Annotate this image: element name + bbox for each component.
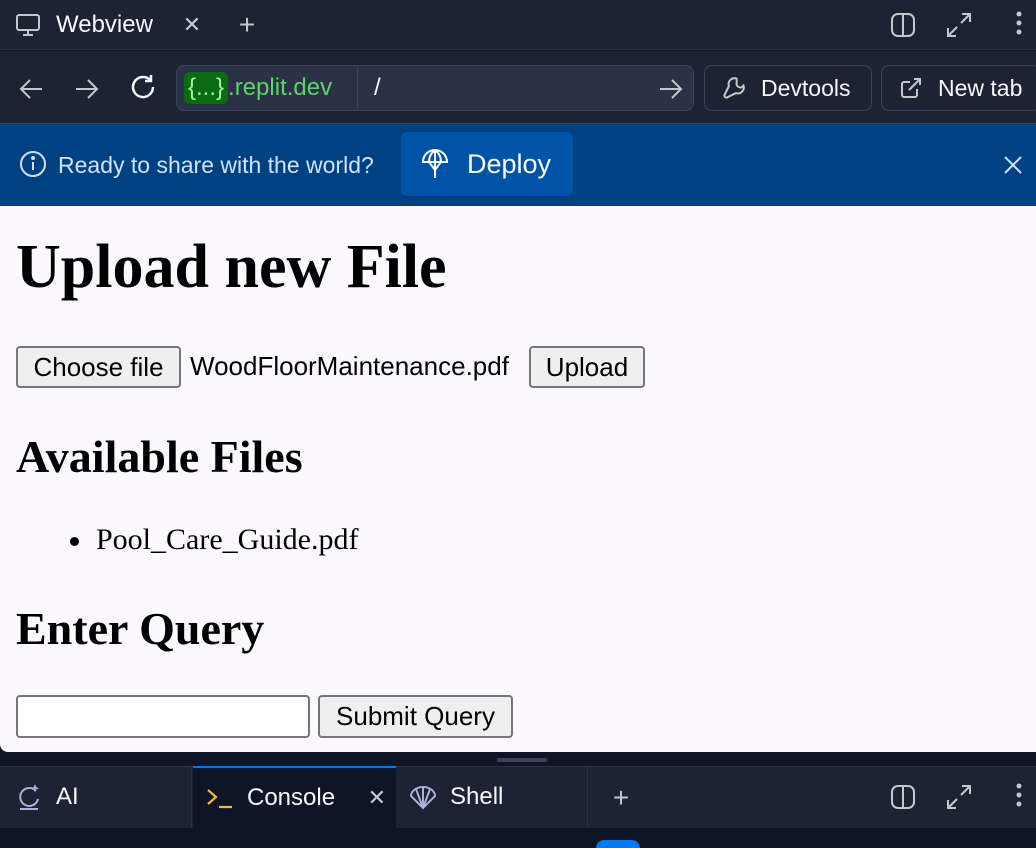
- list-bullet: [70, 537, 79, 546]
- deploy-icon: [419, 148, 451, 180]
- split-view-icon[interactable]: [888, 782, 918, 812]
- new-tab-button[interactable]: New tab: [881, 65, 1036, 111]
- add-tab-button[interactable]: +: [606, 783, 636, 813]
- url-path[interactable]: /: [374, 74, 381, 102]
- choose-file-button[interactable]: Choose file: [16, 346, 181, 388]
- console-indicator: [596, 840, 640, 848]
- tab-shell-label: Shell: [450, 783, 504, 810]
- tab-console[interactable]: Console ✕: [193, 766, 396, 828]
- deploy-label: Deploy: [467, 148, 552, 179]
- terminal-prompt-icon: [205, 783, 235, 813]
- expand-icon[interactable]: [944, 10, 974, 40]
- arrow-right-icon[interactable]: [656, 74, 686, 104]
- devtools-button[interactable]: Devtools: [704, 65, 872, 111]
- more-vertical-icon[interactable]: [1004, 8, 1034, 38]
- ai-sparkle-icon: [14, 782, 44, 812]
- external-link-icon: [898, 75, 924, 101]
- tab-webview[interactable]: Webview ✕: [0, 0, 212, 50]
- url-domain: {...} .replit.dev: [178, 67, 358, 109]
- arrow-left-icon[interactable]: [16, 74, 46, 104]
- upload-button[interactable]: Upload: [529, 346, 645, 388]
- chosen-file-name: WoodFloorMaintenance.pdf: [190, 351, 509, 381]
- close-icon[interactable]: ✕: [182, 12, 202, 38]
- url-domain-text: .replit.dev: [228, 74, 333, 101]
- shell-icon: [408, 782, 438, 812]
- close-icon[interactable]: [998, 150, 1028, 180]
- tab-ai-label: AI: [56, 783, 79, 810]
- submit-query-button[interactable]: Submit Query: [318, 695, 513, 738]
- tab-console-label: Console: [247, 784, 336, 811]
- devtools-label: Devtools: [761, 74, 851, 101]
- deploy-button[interactable]: Deploy: [401, 132, 573, 196]
- query-heading: Enter Query: [16, 603, 265, 654]
- more-vertical-icon[interactable]: [1004, 780, 1034, 810]
- url-domain-badge: {...}: [184, 72, 229, 104]
- reload-icon[interactable]: [128, 72, 158, 102]
- arrow-right-icon[interactable]: [72, 74, 102, 104]
- page-title: Upload new File: [16, 233, 447, 301]
- split-view-icon[interactable]: [888, 10, 918, 40]
- query-input[interactable]: [16, 695, 310, 738]
- info-icon: [18, 149, 48, 179]
- console-area: [0, 828, 1036, 848]
- resize-handle[interactable]: [497, 758, 547, 762]
- wrench-icon: [721, 75, 747, 101]
- add-tab-button[interactable]: +: [232, 10, 262, 40]
- expand-icon[interactable]: [944, 782, 974, 812]
- monitor-icon: [14, 11, 42, 39]
- close-icon[interactable]: ✕: [368, 785, 386, 811]
- new-tab-label: New tab: [938, 74, 1023, 101]
- banner-message: Ready to share with the world?: [58, 152, 374, 178]
- tab-shell[interactable]: Shell: [396, 766, 588, 828]
- tab-label: Webview: [56, 11, 153, 38]
- tab-ai[interactable]: AI: [0, 766, 192, 828]
- list-item: Pool_Care_Guide.pdf: [96, 523, 359, 556]
- files-heading: Available Files: [16, 431, 303, 482]
